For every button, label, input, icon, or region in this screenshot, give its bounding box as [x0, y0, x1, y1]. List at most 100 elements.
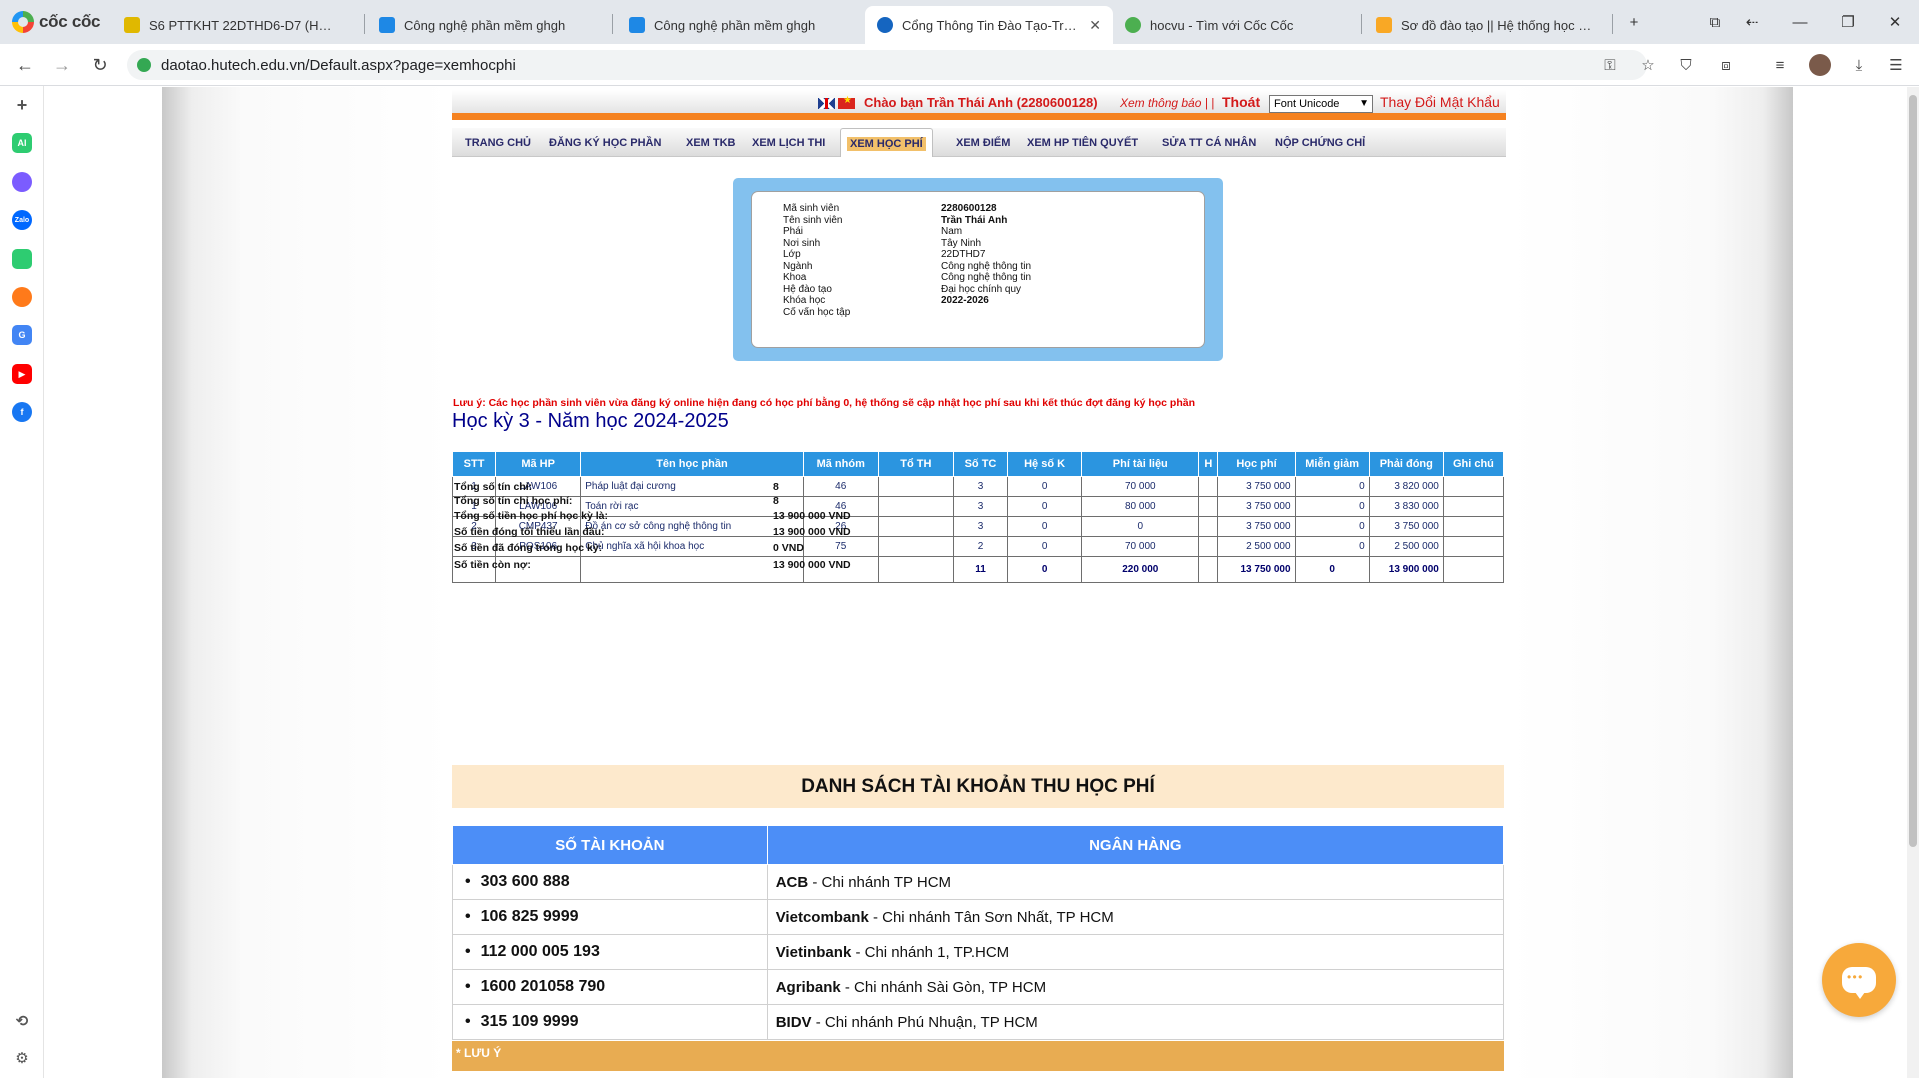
- table-cell: 0: [1294, 536, 1370, 557]
- table-cell: 2 500 000: [1217, 536, 1296, 557]
- brand-name: cốc cốc: [39, 12, 101, 31]
- restore-icon[interactable]: ❐: [1836, 10, 1860, 34]
- browser-tab[interactable]: Công nghệ phần mềm ghgh: [617, 6, 857, 44]
- column-header: H: [1198, 451, 1219, 477]
- view-notice-link[interactable]: Xem thông báo | |: [1120, 96, 1214, 110]
- site-secure-icon[interactable]: [137, 58, 151, 72]
- table-cell: 75: [802, 536, 879, 557]
- bank-branch: - Chi nhánh Phú Nhuận, TP HCM: [811, 1013, 1038, 1031]
- browser-tab[interactable]: hocvu - Tìm với Cốc Cốc: [1113, 6, 1353, 44]
- facebook-icon[interactable]: f: [12, 402, 32, 422]
- new-tab-icon[interactable]: +: [1622, 10, 1646, 34]
- student-field-label: Hệ đào tạo: [783, 284, 832, 295]
- menu-xem-lich-thi[interactable]: XEM LỊCH THI: [752, 128, 825, 157]
- bank-accounts-table: SỐ TÀI KHOẢN NGÂN HÀNG 303 600 888ACB - …: [452, 825, 1505, 1040]
- page-scrollbar[interactable]: [1907, 87, 1919, 1078]
- menu-dang-ky-hoc-phan[interactable]: ĐĂNG KÝ HỌC PHẦN: [549, 128, 661, 157]
- ai-assistant-icon[interactable]: AI: [12, 133, 32, 153]
- vietnam-flag-icon[interactable]: [838, 95, 855, 109]
- messenger-icon[interactable]: [12, 172, 32, 192]
- table-row: 106 825 9999Vietcombank - Chi nhánh Tân …: [452, 899, 1505, 935]
- shopping-icon[interactable]: [12, 287, 32, 307]
- column-header: Mã HP: [495, 451, 582, 477]
- reload-icon[interactable]: ↻: [88, 53, 112, 77]
- menu-sua-tt-ca-nhan[interactable]: SỬA TT CÁ NHÂN: [1162, 128, 1256, 157]
- extensions-icon[interactable]: ⧈: [1715, 54, 1737, 76]
- close-window-icon[interactable]: ✕: [1883, 10, 1907, 34]
- student-field-label: Tên sinh viên: [783, 215, 843, 226]
- chat-widget-button[interactable]: [1822, 943, 1896, 1017]
- table-total-row: 11 0 220 000 13 750 000 0 13 900 000: [451, 556, 1505, 583]
- back-history-icon[interactable]: ⇠: [1740, 10, 1764, 34]
- font-select[interactable]: Font Unicode ▼: [1269, 95, 1373, 113]
- account-number: 1600 201058 790: [452, 969, 768, 1005]
- summary-label: Tổng số tín chỉ:: [454, 481, 533, 493]
- student-field-label: Nơi sinh: [783, 238, 821, 249]
- close-tab-icon[interactable]: ✕: [1089, 17, 1101, 34]
- table-cell: [877, 516, 954, 537]
- coccoc-logo[interactable]: cốc cốc: [12, 10, 101, 34]
- tab-title: S6 PTTKHT 22DTHD6-D7 (HK2 24-25: [149, 17, 340, 33]
- profile-avatar[interactable]: [1809, 54, 1831, 76]
- zalo-icon[interactable]: Zalo: [12, 210, 32, 230]
- bank-branch: - Chi nhánh Sài Gòn, TP HCM: [840, 978, 1047, 996]
- bank-cell: ACB - Chi nhánh TP HCM: [766, 864, 1505, 900]
- change-password-link[interactable]: Thay Đổi Mật Khẩu: [1380, 94, 1500, 110]
- bank-cell: Vietcombank - Chi nhánh Tân Sơn Nhất, TP…: [766, 899, 1505, 935]
- browser-tab[interactable]: Sơ đồ đào tạo || Hệ thống học vụ điệ: [1364, 6, 1604, 44]
- browser-tab[interactable]: Công nghệ phần mềm ghgh: [367, 6, 607, 44]
- table-cell: 80 000: [1081, 496, 1200, 517]
- settings-gear-icon[interactable]: ⚙: [12, 1048, 32, 1068]
- table-row: 1 LAW106 Pháp luật đại cương 46 3 0 70 000 3 75…: [451, 476, 1505, 497]
- table-total-cell: [580, 556, 804, 583]
- slides-favicon-icon: [124, 17, 140, 33]
- menu-xem-hoc-phi[interactable]: XEM HỌC PHÍ: [840, 128, 933, 157]
- url-text[interactable]: daotao.hutech.edu.vn/Default.aspx?page=x…: [161, 57, 516, 74]
- table-total-cell: 0: [1007, 556, 1083, 583]
- search-tabs-icon[interactable]: ⧉: [1703, 10, 1727, 34]
- scrollbar-thumb[interactable]: [1909, 95, 1917, 847]
- table-total-cell: [877, 556, 954, 583]
- history-icon[interactable]: ⟲: [12, 1011, 32, 1031]
- summary-value: 8: [773, 481, 779, 493]
- menu-xem-tkb[interactable]: XEM TKB: [686, 128, 736, 157]
- tab-separator: [612, 14, 613, 34]
- summary-label: Tổng số tiền học phí học kỳ là:: [454, 510, 609, 522]
- table-row: 1600 201058 790Agribank - Chi nhánh Sài …: [452, 969, 1505, 1005]
- table-cell: 0: [1294, 516, 1370, 537]
- menu-nop-chung-chi[interactable]: NỘP CHỨNG CHỈ: [1275, 128, 1365, 157]
- bookmark-star-icon[interactable]: ☆: [1637, 54, 1659, 76]
- table-cell: 0: [1007, 516, 1083, 537]
- account-number: 303 600 888: [452, 864, 768, 900]
- summary-label: Số tiền còn nợ:: [454, 559, 531, 571]
- minimize-icon[interactable]: —: [1788, 10, 1812, 34]
- address-bar[interactable]: daotao.hutech.edu.vn/Default.aspx?page=x…: [127, 50, 1647, 80]
- summary-label: Tổng số tín chỉ học phí:: [454, 495, 573, 507]
- back-icon[interactable]: ←: [13, 53, 37, 77]
- table-total-cell: 13 900 000: [1368, 556, 1444, 583]
- english-flag-icon[interactable]: [818, 98, 835, 109]
- adblock-shield-icon[interactable]: ⛉: [1675, 54, 1697, 76]
- bank-branch: - Chi nhánh Tân Sơn Nhất, TP HCM: [868, 908, 1114, 926]
- youtube-icon[interactable]: ▶: [12, 364, 32, 384]
- bank-name: BIDV: [775, 1013, 812, 1031]
- table-total-cell: 0: [1294, 556, 1370, 583]
- chevron-down-icon: ▼: [1359, 98, 1369, 109]
- table-cell: 3: [952, 476, 1009, 497]
- forward-icon[interactable]: →: [50, 53, 74, 77]
- translate-icon[interactable]: G: [12, 325, 32, 345]
- logout-link[interactable]: Thoát: [1222, 94, 1260, 110]
- menu-xem-hp-tien-quyet[interactable]: XEM HP TIÊN QUYẾT: [1027, 128, 1138, 157]
- menu-icon[interactable]: ☰: [1885, 54, 1907, 76]
- game-icon[interactable]: [12, 249, 32, 269]
- browser-tab[interactable]: S6 PTTKHT 22DTHD6-D7 (HK2 24-25: [112, 6, 352, 44]
- accounts-title: DANH SÁCH TÀI KHOẢN THU HỌC PHÍ: [452, 765, 1504, 808]
- password-key-icon[interactable]: ⚿: [1599, 54, 1621, 76]
- add-sidebar-icon[interactable]: +: [12, 95, 32, 115]
- summary-value: 0 VND: [773, 542, 804, 554]
- media-queue-icon[interactable]: ≡: [1769, 54, 1791, 76]
- menu-trang-chu[interactable]: TRANG CHỦ: [465, 128, 531, 157]
- download-icon[interactable]: ⤓: [1848, 54, 1870, 76]
- browser-tab-active[interactable]: Cổng Thông Tin Đào Tạo-Trường ✕: [865, 6, 1113, 44]
- menu-xem-diem[interactable]: XEM ĐIỂM: [956, 128, 1010, 157]
